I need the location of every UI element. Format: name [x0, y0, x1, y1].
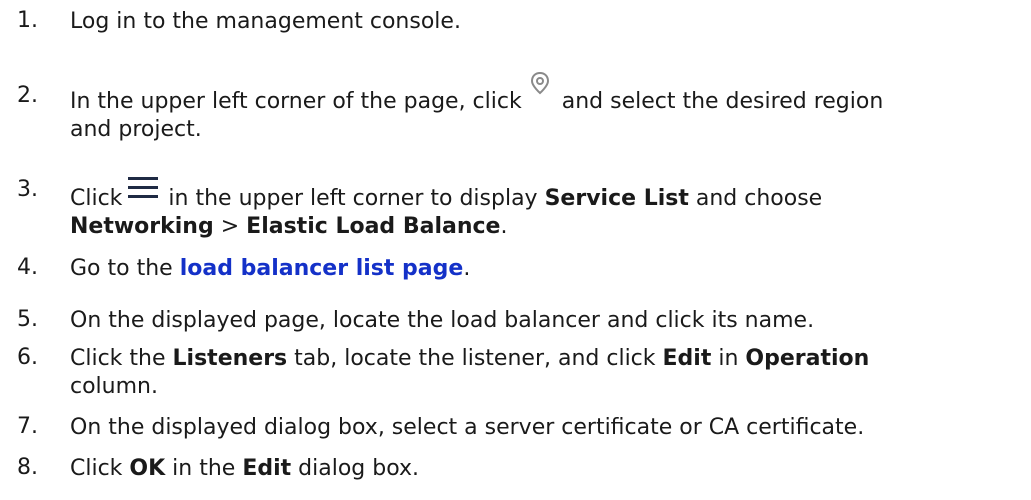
step-text: Click in the upper left corner to display… [70, 177, 1020, 241]
step-number: 1. [17, 8, 38, 33]
step-number: 7. [17, 414, 38, 439]
step-text: On the displayed page, locate the load b… [70, 308, 815, 333]
step-text: Go to the load balancer list page. [70, 256, 471, 281]
step-text: In the upper left corner of the page, cl… [70, 71, 1020, 144]
load-balancer-list-link[interactable]: load balancer list page [180, 256, 464, 281]
step-text: Click OK in the Edit dialog box. [70, 456, 420, 481]
step-number: 5. [17, 307, 38, 332]
step-number: 3. [17, 177, 38, 202]
hamburger-menu-icon [128, 177, 159, 198]
step-number: 8. [17, 455, 38, 480]
step-text: Log in to the management console. [70, 9, 461, 34]
step-text: On the displayed dialog box, select a se… [70, 415, 865, 440]
location-pin-icon [526, 71, 554, 107]
step-number: 6. [17, 345, 38, 370]
step-text: Click the Listeners tab, locate the list… [70, 346, 870, 399]
step-number: 2. [17, 83, 38, 108]
step-number: 4. [17, 255, 38, 280]
